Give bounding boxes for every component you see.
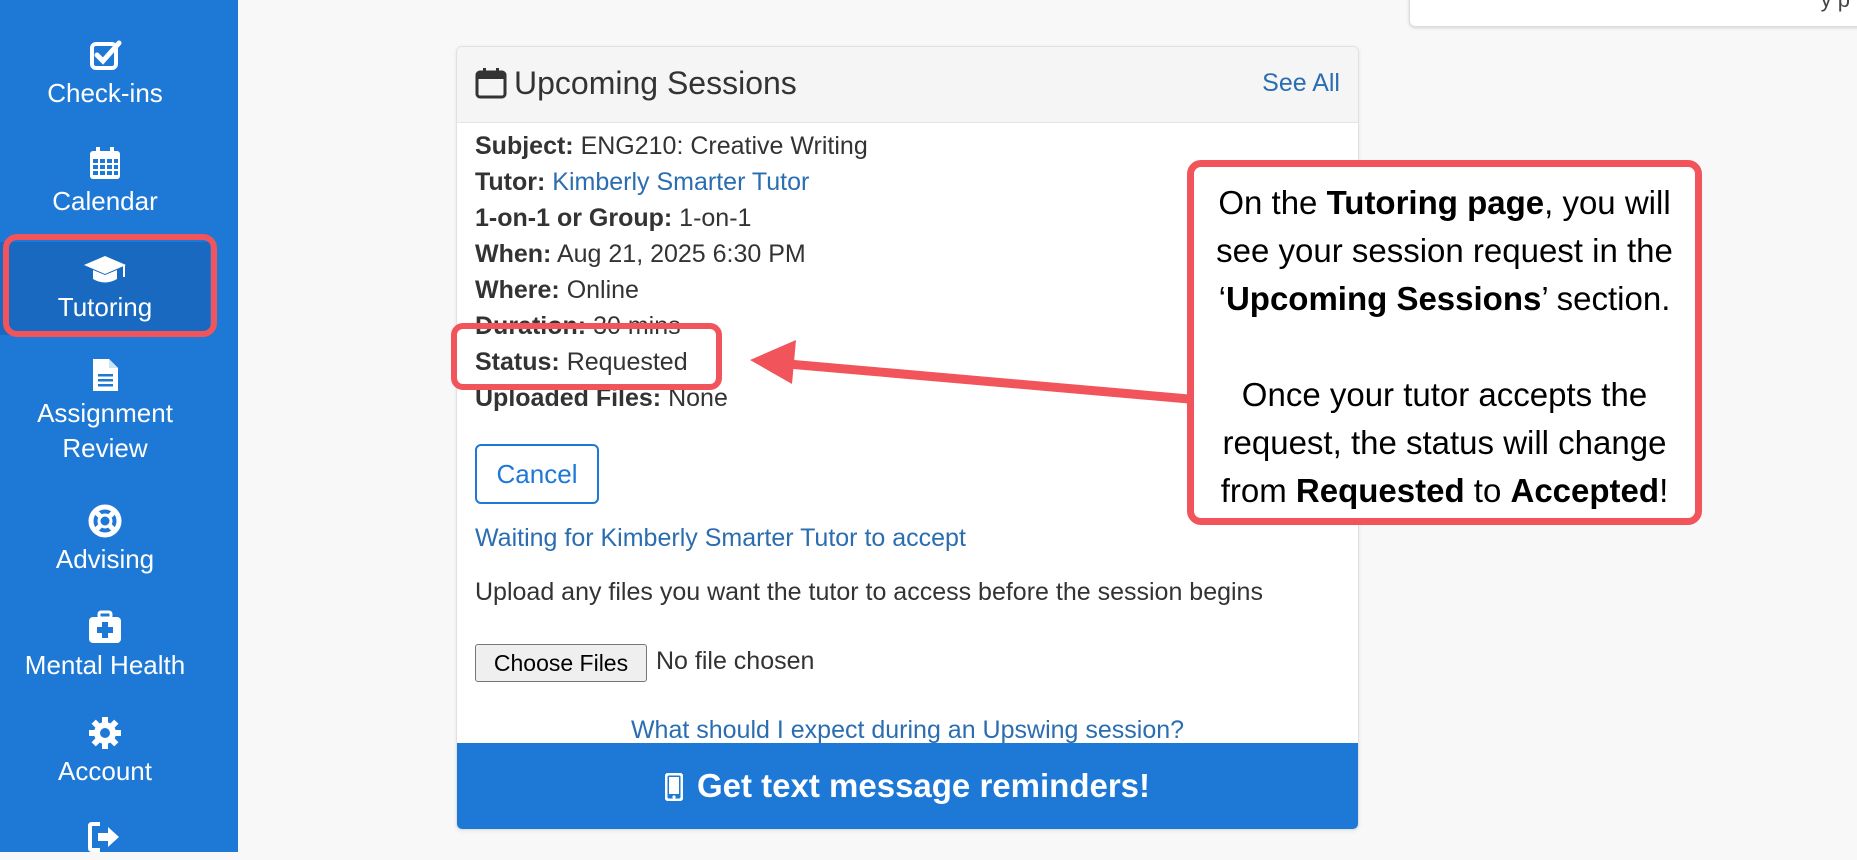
calendar-icon <box>0 146 210 182</box>
subject-value: ENG210: Creative Writing <box>580 132 868 160</box>
sign-out-icon <box>0 822 210 858</box>
tutor-link[interactable]: Kimberly Smarter Tutor <box>552 168 809 196</box>
sidebar-item-account[interactable]: Account <box>0 716 210 789</box>
callout-text: On the <box>1218 184 1327 221</box>
mobile-phone-icon <box>664 772 684 802</box>
tutoring-highlight-box <box>3 234 217 337</box>
where-value: Online <box>566 276 639 304</box>
sidebar-item-mental-health[interactable]: Mental Health <box>0 610 210 683</box>
when-row: When: Aug 21, 2025 6:30 PM <box>475 240 806 269</box>
gear-icon <box>0 716 210 752</box>
sidebar-item-label-line2: Review <box>62 433 148 463</box>
instruction-callout: On the Tutoring page, you will see your … <box>1187 160 1702 525</box>
checkbox-icon <box>0 38 210 74</box>
callout-text: ! <box>1659 472 1669 509</box>
top-right-panel-text: y p <box>1821 0 1850 11</box>
sidebar-item-calendar[interactable]: Calendar <box>0 146 210 219</box>
see-all-link[interactable]: See All <box>1262 69 1340 98</box>
sidebar-item-label: Check-ins <box>47 78 163 108</box>
medical-kit-icon <box>0 610 210 646</box>
tutor-label: Tutor: <box>475 168 546 196</box>
lifebuoy-icon <box>0 504 210 540</box>
subject-row: Subject: ENG210: Creative Writing <box>475 132 868 161</box>
when-value: Aug 21, 2025 6:30 PM <box>556 240 806 268</box>
sidebar-item-label: Calendar <box>52 186 158 216</box>
callout-bold-accepted: Accepted <box>1510 472 1660 509</box>
format-label: 1-on-1 or Group: <box>475 204 673 232</box>
sidebar: Check-ins Calendar Tutoring Assignment R… <box>0 0 238 852</box>
text-reminders-button[interactable]: Get text message reminders! <box>457 743 1358 829</box>
callout-text: to <box>1464 472 1511 509</box>
where-label: Where: <box>475 276 560 304</box>
callout-text: ’ section. <box>1541 280 1671 317</box>
calendar-icon <box>475 67 507 104</box>
sidebar-item-label: Account <box>58 756 152 786</box>
subject-label: Subject: <box>475 132 574 160</box>
sidebar-item-assignment-review[interactable]: Assignment Review <box>0 358 210 466</box>
callout-paragraph-2: Once your tutor accepts the request, the… <box>1194 371 1695 515</box>
format-value: 1-on-1 <box>679 204 752 232</box>
when-label: When: <box>475 240 552 268</box>
cancel-button[interactable]: Cancel <box>475 444 599 504</box>
status-highlight-box <box>451 323 722 390</box>
expect-session-link-text[interactable]: What should I expect during an Upswing s… <box>631 716 1184 744</box>
upload-instructions: Upload any files you want the tutor to a… <box>475 578 1263 606</box>
sidebar-item-label-line1: Assignment <box>37 398 173 428</box>
card-title: Upcoming Sessions <box>514 65 797 101</box>
tutor-row: Tutor: Kimberly Smarter Tutor <box>475 168 809 197</box>
no-file-chosen-text: No file chosen <box>656 647 815 675</box>
top-right-panel: y p <box>1409 0 1857 27</box>
callout-paragraph-1: On the Tutoring page, you will see your … <box>1194 179 1695 323</box>
format-row: 1-on-1 or Group: 1-on-1 <box>475 204 751 233</box>
document-icon <box>0 358 210 394</box>
callout-bold-upcoming-sessions: Upcoming Sessions <box>1225 280 1542 317</box>
sidebar-item-label: Advising <box>55 544 155 574</box>
choose-files-button[interactable]: Choose Files <box>475 644 647 682</box>
where-row: Where: Online <box>475 276 639 305</box>
sidebar-item-advising[interactable]: Advising <box>0 504 210 577</box>
text-reminders-label: Get text message reminders! <box>664 767 1151 804</box>
expect-session-link: What should I expect during an Upswing s… <box>457 716 1358 745</box>
sidebar-item-sign-out[interactable] <box>0 822 210 860</box>
waiting-status-text: Waiting for Kimberly Smarter Tutor to ac… <box>475 524 966 552</box>
sidebar-item-label: Mental Health <box>24 650 186 680</box>
sidebar-item-check-ins[interactable]: Check-ins <box>0 38 210 111</box>
card-header: Upcoming Sessions See All <box>457 47 1358 123</box>
text-reminders-text: Get text message reminders! <box>696 767 1151 804</box>
callout-bold-tutoring-page: Tutoring page <box>1326 184 1545 221</box>
callout-bold-requested: Requested <box>1295 472 1465 509</box>
